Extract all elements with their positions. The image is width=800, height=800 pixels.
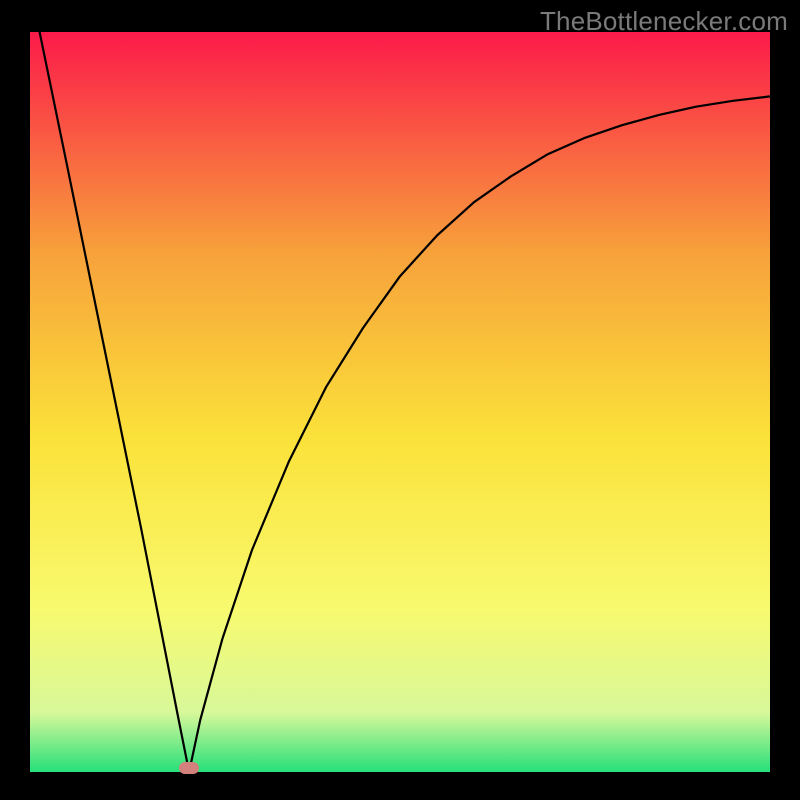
watermark-text: TheBottlenecker.com	[540, 6, 788, 37]
chart-container: TheBottlenecker.com	[0, 0, 800, 800]
plot-svg	[30, 32, 770, 772]
gradient-background	[30, 32, 770, 772]
plot-frame	[30, 32, 770, 772]
minimum-marker	[179, 762, 199, 774]
